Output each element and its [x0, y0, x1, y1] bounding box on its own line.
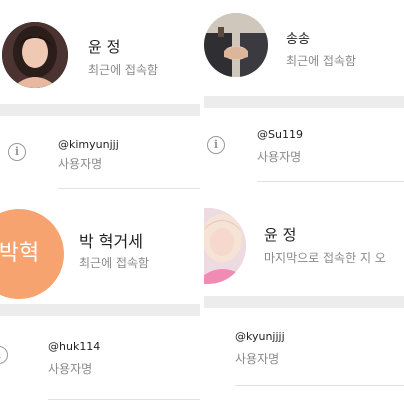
avatar[interactable]: [204, 13, 268, 77]
last-seen-status: 마지막으로 접속한 지 오: [264, 251, 386, 265]
last-seen-status: 최근에 접속함: [79, 256, 150, 270]
section-divider: [204, 96, 404, 108]
section-divider: [0, 104, 200, 116]
profile-panel-top-right: 송송 최근에 접속함 i @Su119 사용자명: [204, 0, 404, 200]
username-label: 사용자명: [257, 150, 302, 164]
username-value[interactable]: @kimyunjjj: [58, 138, 119, 151]
info-icon: i: [207, 136, 225, 154]
profile-panel-bottom-left: 박혁 박 혁거세 최근에 접속함 i @huk114 사용자명: [0, 204, 200, 404]
last-seen-status: 최근에 접속함: [286, 54, 357, 68]
username-value[interactable]: @kyunjjjj: [235, 330, 285, 343]
info-icon: i: [8, 143, 26, 161]
section-divider: [204, 296, 404, 308]
last-seen-status: 최근에 접속함: [88, 63, 159, 77]
profile-name: 송송: [286, 32, 310, 47]
profile-panel-top-left: 윤 정 최근에 접속함 i @kimyunjjj 사용자명: [0, 0, 200, 200]
section-divider: [0, 304, 200, 316]
username-value[interactable]: @huk114: [48, 340, 100, 353]
profile-panel-bottom-right: 윤 정 마지막으로 접속한 지 오 @kyunjjjj 사용자명: [204, 204, 404, 404]
username-label: 사용자명: [58, 157, 103, 171]
avatar[interactable]: [204, 208, 246, 284]
info-icon: i: [0, 346, 8, 364]
username-label: 사용자명: [235, 352, 280, 366]
username-label: 사용자명: [48, 362, 93, 376]
row-divider: [58, 188, 200, 189]
row-divider: [235, 385, 404, 386]
avatar-initials-text: 박혁: [0, 241, 40, 266]
row-divider: [257, 181, 404, 182]
profile-name: 윤 정: [88, 38, 121, 56]
row-divider: [48, 399, 200, 400]
avatar[interactable]: [2, 22, 68, 88]
username-value[interactable]: @Su119: [257, 128, 303, 141]
profile-name: 박 혁거세: [79, 232, 143, 251]
avatar-initials[interactable]: 박혁: [0, 209, 64, 299]
profile-name: 윤 정: [264, 226, 297, 244]
